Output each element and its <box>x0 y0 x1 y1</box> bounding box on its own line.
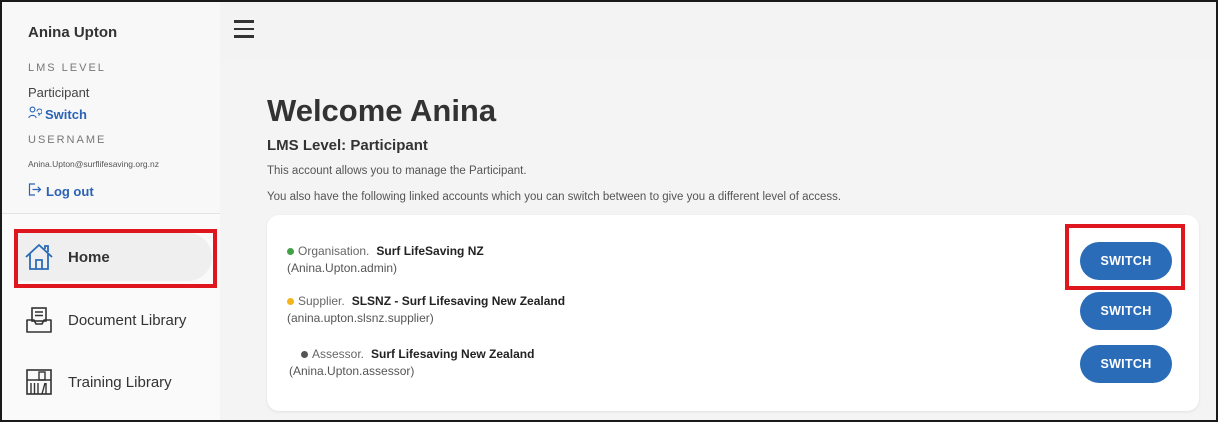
lms-level-heading: LMS Level: Participant <box>267 137 428 154</box>
sidebar: Anina Upton LMS LEVEL Participant Switch… <box>2 2 220 420</box>
hamburger-menu-icon[interactable] <box>234 20 254 38</box>
lms-level-value: Participant <box>28 85 90 100</box>
switch-level-label: Switch <box>45 106 87 122</box>
nav-item-document-library[interactable]: Document Library <box>16 296 212 344</box>
linked-account-organisation: Organisation. Surf LifeSaving NZ (Anina.… <box>287 244 484 275</box>
account-type: Assessor. <box>312 347 365 361</box>
linked-accounts-description: You also have the following linked accou… <box>267 191 842 203</box>
account-handle: (Anina.Upton.admin) <box>287 261 398 275</box>
home-highlight-box <box>14 229 217 288</box>
account-name: SLSNZ - Surf Lifesaving New Zealand <box>351 294 566 308</box>
account-type: Organisation. <box>298 244 370 258</box>
nav-item-training-library-label: Training Library <box>68 373 172 391</box>
switch-assessor-button[interactable]: SWITCH <box>1080 345 1172 383</box>
linked-account-supplier: Supplier. SLSNZ - Surf Lifesaving New Ze… <box>287 294 565 325</box>
user-name: Anina Upton <box>28 24 118 41</box>
lms-level-label: LMS LEVEL <box>28 62 106 74</box>
logout-icon <box>28 183 42 199</box>
user-panel: Anina Upton LMS LEVEL Participant Switch… <box>2 2 220 214</box>
nav-item-document-library-label: Document Library <box>68 311 187 329</box>
account-type: Supplier. <box>298 294 345 308</box>
status-dot-icon <box>287 247 294 255</box>
account-handle: (anina.upton.slsnz.supplier) <box>287 311 434 325</box>
account-handle: (Anina.Upton.assessor) <box>289 364 415 378</box>
switch-users-icon <box>28 106 43 122</box>
account-description: This account allows you to manage the Pa… <box>267 165 527 177</box>
status-dot-icon <box>301 350 308 358</box>
account-name: Surf LifeSaving NZ <box>376 244 484 258</box>
switch-supplier-button[interactable]: SWITCH <box>1080 292 1172 330</box>
linked-account-assessor: Assessor. Surf Lifesaving New Zealand (A… <box>289 347 535 378</box>
switch-level-link[interactable]: Switch <box>28 106 87 122</box>
username-label: USERNAME <box>28 134 107 146</box>
page-title: Welcome Anina <box>267 93 497 128</box>
logout-link[interactable]: Log out <box>28 183 94 199</box>
books-icon <box>24 367 54 397</box>
account-name: Surf Lifesaving New Zealand <box>371 347 535 361</box>
top-bar <box>220 2 1216 59</box>
linked-accounts-card: Organisation. Surf LifeSaving NZ (Anina.… <box>267 215 1199 411</box>
nav-item-training-library[interactable]: Training Library <box>16 358 212 406</box>
username-value: Anina.Upton@surflifesaving.org.nz <box>28 159 160 169</box>
document-tray-icon <box>24 305 54 335</box>
switch-highlight-box <box>1065 224 1185 290</box>
app-window: Anina Upton LMS LEVEL Participant Switch… <box>0 0 1218 422</box>
status-dot-icon <box>287 297 294 305</box>
logout-label: Log out <box>46 183 94 199</box>
